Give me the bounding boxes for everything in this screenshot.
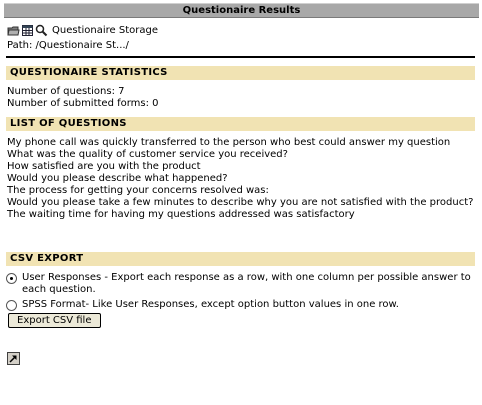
storage-label[interactable]: Questionaire Storage <box>52 25 158 36</box>
toolbar: Questionaire Storage <box>7 23 158 37</box>
path-breadcrumb: Path: /Questionaire St.../ <box>7 40 129 51</box>
divider <box>6 56 475 58</box>
num-forms: Number of submitted forms: 0 <box>7 98 159 109</box>
list-item: My phone call was quickly transferred to… <box>7 137 451 148</box>
list-item: Would you please take a few minutes to d… <box>7 197 474 208</box>
user-responses-label: User Responses - Export each response as… <box>22 272 471 295</box>
window-title: Questionaire Results <box>4 3 479 18</box>
folder-icon[interactable] <box>7 24 20 37</box>
statistics-header: QUESTIONAIRE STATISTICS <box>6 66 475 80</box>
statistics-section: Number of questions: 7 Number of submitt… <box>7 86 159 110</box>
list-item: What was the quality of customer service… <box>7 149 288 160</box>
csv-header: CSV EXPORT <box>6 252 475 266</box>
list-item: The waiting time for having my questions… <box>7 209 355 220</box>
questions-header: LIST OF QUESTIONS <box>6 117 475 131</box>
spss-format-option[interactable]: SPSS Format- Like User Responses, except… <box>6 299 476 311</box>
csv-export-section: User Responses - Export each response as… <box>6 270 476 328</box>
questions-list: My phone call was quickly transferred to… <box>7 137 477 221</box>
spss-format-radio[interactable] <box>6 300 17 311</box>
export-csv-button[interactable]: Export CSV file <box>8 313 101 328</box>
list-item: Would you please describe what happened? <box>7 173 228 184</box>
resize-arrow-icon[interactable] <box>7 352 20 365</box>
spss-format-label: SPSS Format- Like User Responses, except… <box>22 299 399 310</box>
user-responses-radio[interactable] <box>6 273 17 284</box>
list-item: How satisfied are you with the product <box>7 161 201 172</box>
num-questions: Number of questions: 7 <box>7 86 125 97</box>
table-icon[interactable] <box>21 24 34 37</box>
list-item: The process for getting your concerns re… <box>7 185 269 196</box>
search-icon[interactable] <box>35 24 48 37</box>
user-responses-option[interactable]: User Responses - Export each response as… <box>6 272 476 296</box>
